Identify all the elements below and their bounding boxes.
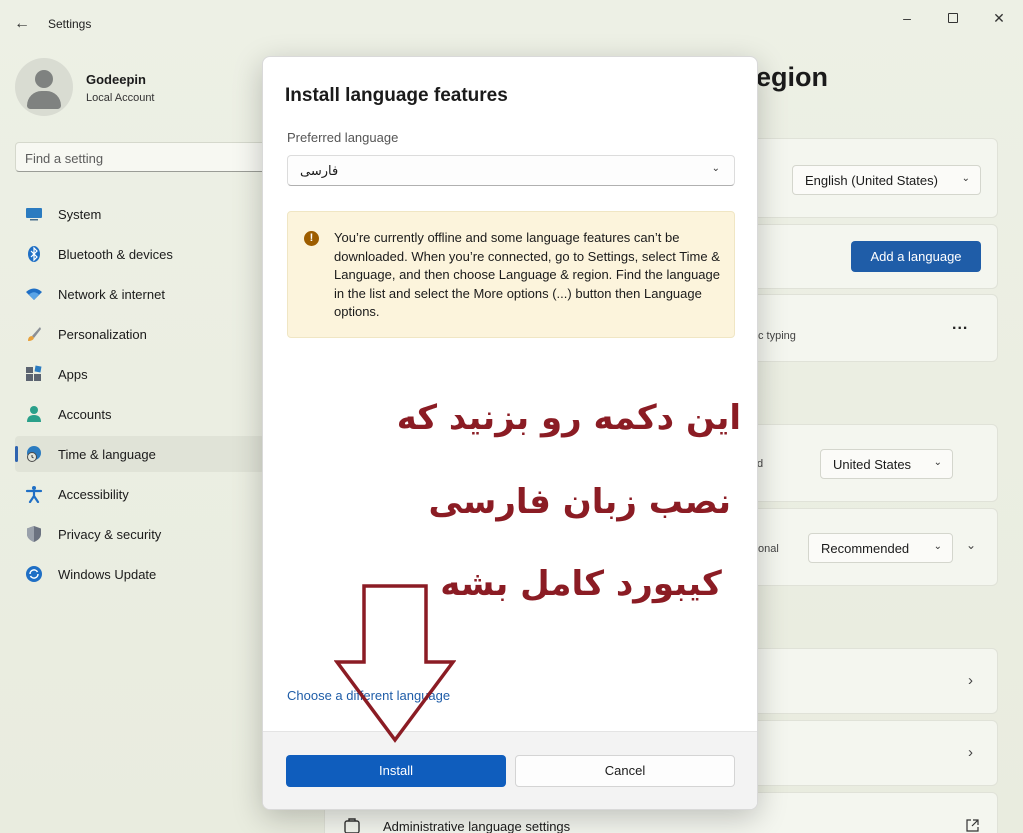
external-link-icon [966, 819, 979, 832]
warning-text: You’re currently offline and some langua… [334, 230, 720, 319]
brush-icon [28, 327, 41, 341]
minimize-icon: – [903, 10, 911, 26]
person-icon [27, 406, 41, 422]
expand-chevron-icon[interactable]: ⌄ [966, 538, 976, 552]
chevron-down-icon: ⌄ [933, 457, 942, 468]
arrow-left-icon: ← [14, 15, 30, 32]
sidebar-item-bluetooth[interactable]: Bluetooth & devices [15, 236, 265, 272]
apps-icon [26, 365, 42, 381]
annotation-arrow-icon [334, 584, 456, 743]
title-bar: ← Settings – ✕ [0, 0, 1023, 48]
sidebar-item-label: Apps [58, 367, 88, 382]
chevron-down-icon: ⌄ [961, 173, 970, 184]
avatar-head-shape [35, 70, 53, 88]
avatar-body-shape [27, 91, 61, 109]
app-title: Settings [48, 17, 92, 31]
sidebar-item-network[interactable]: Network & internet [15, 276, 265, 312]
admin-icon [344, 818, 360, 833]
sidebar-item-label: Accessibility [58, 487, 129, 502]
dialog-title: Install language features [285, 85, 508, 106]
regional-format-dropdown[interactable]: Recommended ⌄ [808, 533, 953, 563]
search-placeholder: Find a setting [25, 151, 104, 166]
display-language-dropdown[interactable]: English (United States) ⌄ [792, 165, 981, 195]
language-item-subtext: c typing [758, 330, 796, 342]
related-setting-card-2[interactable] [740, 720, 998, 786]
admin-settings-label: Administrative language settings [383, 819, 571, 833]
preferred-language-select[interactable]: فارسی ⌄ [287, 155, 735, 186]
sidebar-item-label: Privacy & security [58, 527, 162, 542]
sidebar-item-apps[interactable]: Apps [15, 356, 265, 392]
format-label-fragment: onal [758, 543, 779, 555]
back-button[interactable]: ← [10, 12, 34, 36]
more-options-button[interactable]: ... [952, 316, 968, 334]
shield-icon [27, 526, 41, 542]
related-setting-card-1[interactable] [740, 648, 998, 714]
sidebar-item-label: System [58, 207, 102, 222]
sidebar-item-privacy[interactable]: Privacy & security [15, 516, 265, 552]
sidebar-item-personalization[interactable]: Personalization [15, 316, 265, 352]
sidebar-item-windows-update[interactable]: Windows Update [15, 556, 265, 592]
chevron-right-icon: › [968, 672, 973, 689]
dropdown-value: English (United States) [805, 173, 938, 188]
maximize-icon [948, 13, 958, 23]
install-button[interactable]: Install [286, 755, 506, 787]
sidebar-item-label: Time & language [58, 447, 156, 462]
avatar[interactable] [15, 58, 73, 116]
search-input[interactable]: Find a setting [15, 142, 275, 172]
globe-clock-icon [27, 446, 41, 462]
page-title: egion [756, 62, 828, 92]
sidebar-item-label: Network & internet [58, 287, 165, 302]
annotation-line-3: کیبورد کامل بشه [440, 564, 722, 604]
sidebar-item-label: Accounts [58, 407, 112, 422]
sidebar-item-time-language[interactable]: Time & language [15, 436, 265, 472]
chevron-down-icon: ⌄ [711, 163, 720, 174]
active-indicator [15, 446, 18, 462]
account-type: Local Account [86, 92, 155, 104]
warning-icon: ! [304, 231, 319, 246]
user-name: Godeepin [86, 72, 146, 87]
country-dropdown[interactable]: United States ⌄ [820, 449, 953, 479]
sidebar-item-accounts[interactable]: Accounts [15, 396, 265, 432]
update-icon [26, 566, 42, 582]
chevron-down-icon: ⌄ [933, 541, 942, 552]
add-language-button[interactable]: Add a language [851, 241, 981, 272]
minimize-button[interactable]: – [895, 8, 919, 28]
offline-warning-box: ! You’re currently offline and some lang… [287, 211, 735, 338]
annotation-line-2: نصب زبان فارسی [428, 482, 732, 522]
cancel-button[interactable]: Cancel [515, 755, 735, 787]
dropdown-value: Recommended [821, 541, 910, 556]
monitor-icon [26, 208, 42, 221]
maximize-button[interactable] [941, 8, 965, 28]
bluetooth-icon [28, 246, 40, 262]
close-button[interactable]: ✕ [987, 8, 1011, 28]
select-value: فارسی [300, 163, 339, 178]
sidebar-item-label: Bluetooth & devices [58, 247, 173, 262]
wifi-icon [26, 288, 42, 300]
sidebar-item-system[interactable]: System [15, 196, 265, 232]
close-icon: ✕ [993, 10, 1005, 26]
display-language-card: English (United States) ⌄ [740, 138, 998, 218]
annotation-line-1: این دکمه رو بزنید که [396, 398, 741, 438]
dropdown-value: United States [833, 457, 912, 472]
sidebar-item-label: Windows Update [58, 567, 157, 582]
sidebar-item-accessibility[interactable]: Accessibility [15, 476, 265, 512]
accessibility-icon [25, 486, 43, 503]
sidebar-item-label: Personalization [58, 327, 147, 342]
settings-window: ← Settings – ✕ Godeepin Local Account Fi… [0, 0, 1023, 833]
chevron-right-icon: › [968, 744, 973, 761]
preferred-language-label: Preferred language [287, 130, 399, 145]
